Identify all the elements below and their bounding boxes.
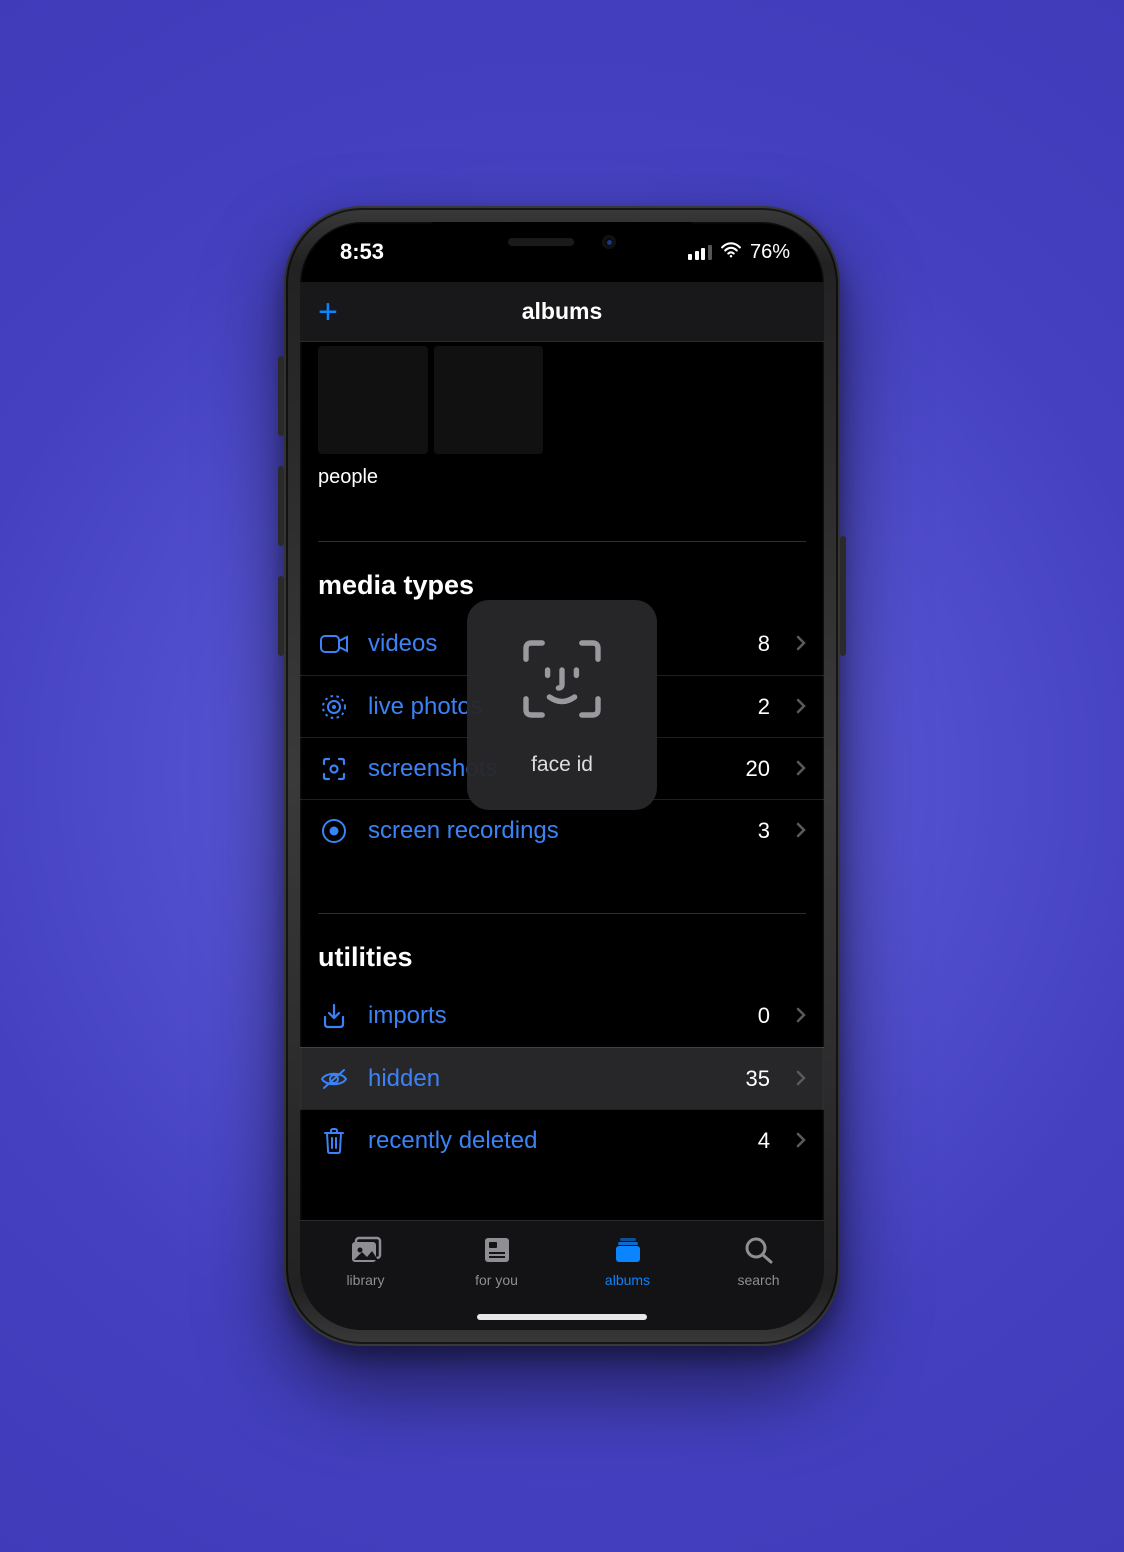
- face-id-icon: [517, 634, 607, 729]
- row-count: 8: [758, 631, 770, 657]
- chevron-right-icon: [796, 693, 806, 721]
- row-count: 0: [758, 1003, 770, 1029]
- live-photo-icon: [318, 694, 350, 720]
- recording-icon: [318, 818, 350, 844]
- video-icon: [318, 634, 350, 654]
- tab-library[interactable]: library: [300, 1221, 431, 1302]
- row-count: 20: [746, 756, 770, 782]
- utilities-list: imports 0 hidden 35: [318, 985, 806, 1171]
- section-title-utilities: utilities: [318, 913, 806, 973]
- add-button[interactable]: +: [318, 295, 338, 329]
- screen: 8:53 76% + albums: [300, 222, 824, 1330]
- home-indicator[interactable]: [477, 1314, 647, 1320]
- row-count: 35: [746, 1066, 770, 1092]
- foryou-tab-icon: [481, 1236, 513, 1267]
- search-tab-icon: [743, 1236, 775, 1267]
- import-icon: [318, 1003, 350, 1029]
- face-id-prompt: face id: [467, 600, 657, 810]
- row-count: 4: [758, 1128, 770, 1154]
- phone-frame: 8:53 76% + albums: [284, 206, 840, 1346]
- chevron-right-icon: [796, 817, 806, 845]
- people-album-tile[interactable]: [318, 346, 543, 454]
- library-tab-icon: [350, 1236, 382, 1267]
- row-count: 2: [758, 694, 770, 720]
- wifi-icon: [720, 241, 742, 264]
- page-title: albums: [522, 298, 603, 325]
- chevron-right-icon: [796, 1127, 806, 1155]
- row-count: 3: [758, 818, 770, 844]
- chevron-right-icon: [796, 755, 806, 783]
- face-id-label: face id: [531, 753, 593, 777]
- chevron-right-icon: [796, 1002, 806, 1030]
- screenshot-icon: [318, 756, 350, 782]
- tab-label: search: [737, 1272, 779, 1288]
- row-label: hidden: [368, 1065, 728, 1093]
- row-recently-deleted[interactable]: recently deleted 4: [300, 1109, 824, 1171]
- nav-bar: + albums: [300, 282, 824, 342]
- chevron-right-icon: [796, 630, 806, 658]
- tab-label: library: [346, 1272, 384, 1288]
- hidden-icon: [318, 1067, 350, 1091]
- section-title-media: media types: [318, 541, 806, 601]
- tab-albums[interactable]: albums: [562, 1221, 693, 1302]
- cellular-icon: [688, 244, 712, 260]
- chevron-right-icon: [796, 1065, 806, 1093]
- row-label: screen recordings: [368, 817, 740, 845]
- notch: [432, 222, 692, 262]
- status-time: 8:53: [340, 239, 384, 265]
- row-hidden[interactable]: hidden 35: [300, 1047, 824, 1109]
- tab-label: for you: [475, 1272, 518, 1288]
- trash-icon: [318, 1128, 350, 1154]
- row-imports[interactable]: imports 0: [300, 985, 824, 1047]
- row-label: imports: [368, 1002, 740, 1030]
- albums-tab-icon: [612, 1236, 644, 1267]
- tab-search[interactable]: search: [693, 1221, 824, 1302]
- row-label: recently deleted: [368, 1127, 740, 1155]
- people-album-label: people: [318, 466, 806, 489]
- tab-label: albums: [605, 1272, 650, 1288]
- tab-for-you[interactable]: for you: [431, 1221, 562, 1302]
- battery-percent: 76%: [750, 241, 790, 264]
